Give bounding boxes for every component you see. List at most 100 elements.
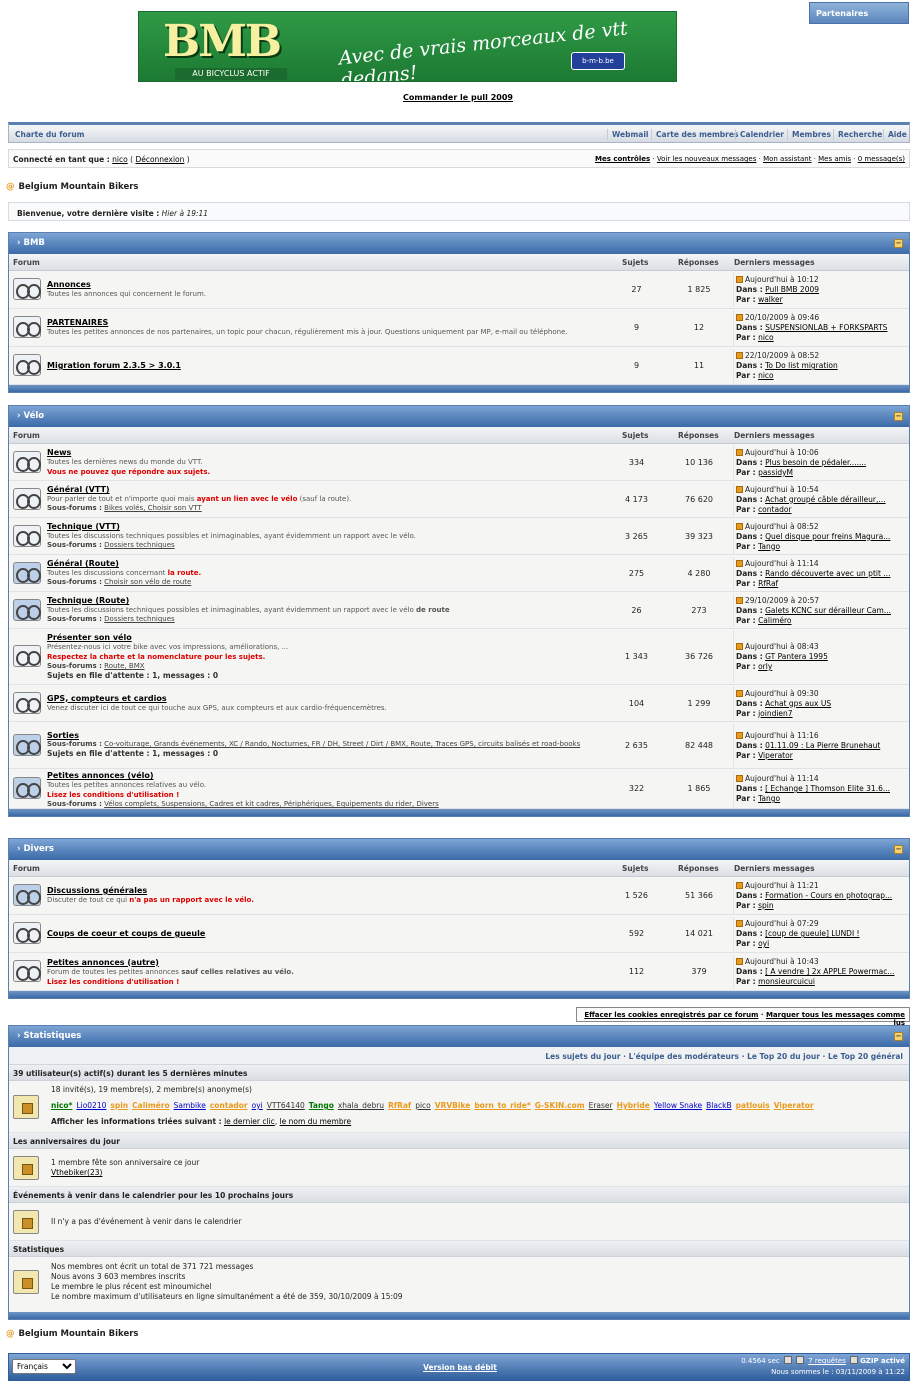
last-post-author[interactable]: RfRaf [758, 579, 778, 588]
post-icon[interactable] [736, 352, 743, 359]
forum-title[interactable]: Migration forum 2.3.5 > 3.0.1 [47, 361, 607, 370]
active-user[interactable]: oyi [252, 1101, 263, 1110]
post-icon[interactable] [736, 448, 743, 456]
category-title[interactable]: Divers [23, 844, 54, 854]
nav-search[interactable]: Recherche [833, 129, 886, 140]
category-header[interactable]: › Vélo − [9, 406, 909, 427]
pull-link[interactable]: Commander le pull 2009 [403, 93, 513, 102]
active-user[interactable]: Lio0210 [76, 1101, 106, 1110]
category-header[interactable]: › Divers − [9, 839, 909, 860]
forum-title[interactable]: PARTENAIRES [47, 318, 607, 327]
breadcrumb-bottom-label[interactable]: Belgium Mountain Bikers [19, 1329, 139, 1339]
subforum-links[interactable]: Dossiers techniques [104, 615, 175, 623]
site-banner[interactable]: BMB AU BICYCLUS ACTIF Avec de vrais morc… [138, 11, 677, 82]
breadcrumb-label[interactable]: Belgium Mountain Bikers [19, 182, 139, 192]
nav-charter[interactable]: Charte du forum [11, 129, 88, 140]
post-icon[interactable] [736, 643, 743, 650]
last-post-author[interactable]: Viperator [758, 751, 793, 760]
logout-link[interactable]: Déconnexion [135, 155, 184, 164]
last-post-author[interactable]: Caliméro [758, 616, 791, 625]
collapse-icon[interactable]: − [894, 845, 903, 854]
last-post-topic[interactable]: [coup de gueule] LUNDI ! [765, 929, 859, 938]
active-user[interactable]: born_to_ride* [474, 1101, 530, 1110]
subforum-links[interactable]: Choisir son vélo de route [104, 578, 191, 586]
forum-title[interactable]: Sorties [47, 731, 607, 740]
active-user[interactable]: VTT64140 [267, 1101, 305, 1110]
active-user[interactable]: patlouis [736, 1101, 770, 1110]
active-user[interactable]: pico [415, 1101, 431, 1110]
post-icon[interactable] [736, 485, 743, 493]
category-title[interactable]: Vélo [23, 411, 44, 421]
active-user[interactable]: Caliméro [132, 1101, 169, 1110]
nav-webmail[interactable]: Webmail [607, 129, 652, 140]
forum-title[interactable]: Coups de coeur et coups de gueule [47, 929, 607, 938]
forum-title[interactable]: Discussions générales [47, 886, 607, 895]
last-post-topic[interactable]: [ A vendre ] 2x APPLE Powermac... [765, 967, 894, 976]
last-post-topic[interactable]: Quel disque pour freins Magura... [765, 532, 890, 541]
birthday-user[interactable]: Vthebiker(23) [51, 1168, 102, 1177]
last-post-topic[interactable]: 01.11.09 : La Pierre Brunehaut [765, 741, 880, 750]
post-icon[interactable] [736, 689, 743, 697]
nav-help[interactable]: Aide [883, 129, 911, 140]
last-post-topic[interactable]: Plus besoin de pédaler....... [765, 458, 866, 467]
last-post-topic[interactable]: Achat groupé câble dérailleur,... [765, 495, 885, 504]
new-messages-link[interactable]: Voir les nouveaux messages [657, 155, 757, 163]
last-post-author[interactable]: oyi [758, 939, 769, 948]
stats-links[interactable]: Les sujets du jour · L'équipe des modéra… [9, 1047, 909, 1065]
nav-calendar[interactable]: Calendrier [735, 129, 788, 140]
last-post-topic[interactable]: [ Echange ] Thomson Elite 31.6... [765, 784, 890, 793]
forum-title[interactable]: Technique (VTT) [47, 522, 607, 531]
post-icon[interactable] [736, 522, 743, 530]
last-post-topic[interactable]: Formation - Cours en photograp... [765, 891, 892, 900]
forum-title[interactable]: Petites annonces (autre) [47, 958, 607, 967]
subforum-links[interactable]: Bikes volés, Choisir son VTT [104, 504, 202, 512]
forum-title[interactable]: GPS, compteurs et cardios [47, 694, 607, 703]
active-user[interactable]: RfRaf [388, 1101, 411, 1110]
category-header[interactable]: › BMB − [9, 233, 909, 254]
last-post-author[interactable]: monsieurcuicui [758, 977, 815, 986]
subforum-links[interactable]: Route, BMX [104, 662, 144, 670]
forum-title[interactable]: News [47, 448, 607, 457]
post-icon[interactable] [736, 731, 743, 739]
forum-title[interactable]: Présenter son vélo [47, 633, 607, 642]
post-icon[interactable] [736, 958, 743, 965]
active-user[interactable]: Sambike [174, 1101, 206, 1110]
last-post-author[interactable]: joindien7 [758, 709, 793, 718]
post-icon[interactable] [736, 775, 743, 782]
sort-last-click[interactable]: le dernier clic [224, 1117, 275, 1126]
active-user[interactable]: Tango [309, 1101, 334, 1110]
active-user[interactable]: Eraser [589, 1101, 613, 1110]
post-icon[interactable] [736, 920, 743, 927]
clear-cookies-link[interactable]: Effacer les cookies enregistrés par ce f… [584, 1011, 758, 1019]
post-icon[interactable] [736, 559, 743, 567]
post-icon[interactable] [736, 596, 743, 604]
partners-button[interactable]: Partenaires [809, 2, 909, 24]
post-icon[interactable] [736, 314, 743, 321]
last-post-author[interactable]: Tango [758, 542, 780, 551]
sort-name[interactable]: le nom du membre [280, 1117, 352, 1126]
active-user[interactable]: Hybride [617, 1101, 650, 1110]
last-post-author[interactable]: nico [758, 333, 774, 342]
last-post-topic[interactable]: GT Pantera 1995 [765, 652, 828, 661]
last-post-author[interactable]: contador [758, 505, 791, 514]
assistant-link[interactable]: Mon assistant [763, 155, 811, 163]
requests-link[interactable]: 7 requêtes [808, 1357, 846, 1365]
collapse-icon[interactable]: − [894, 239, 903, 248]
friends-link[interactable]: Mes amis [818, 155, 851, 163]
subforum-links[interactable]: Vélos complets, Suspensions, Cadres et k… [104, 800, 439, 808]
last-post-topic[interactable]: Achat gps aux US [765, 699, 831, 708]
nav-members[interactable]: Membres [787, 129, 835, 140]
subforum-links[interactable]: Dossiers techniques [104, 541, 175, 549]
active-user[interactable]: VRVBike [435, 1101, 471, 1110]
last-post-topic[interactable]: SUSPENSIONLAB + FORKSPARTS [765, 323, 887, 332]
active-user[interactable]: nico* [51, 1101, 72, 1110]
active-user[interactable]: G-SKIN.com [535, 1101, 585, 1110]
active-user[interactable]: xhala_debru [338, 1101, 384, 1110]
active-user[interactable]: Yellow Snake [654, 1101, 702, 1110]
forum-title[interactable]: Général (VTT) [47, 485, 607, 494]
post-icon[interactable] [736, 882, 743, 889]
active-user[interactable]: contador [210, 1101, 248, 1110]
active-user[interactable]: Viperator [774, 1101, 814, 1110]
last-post-author[interactable]: passidyM [758, 468, 793, 477]
forum-title[interactable]: Annonces [47, 280, 607, 289]
